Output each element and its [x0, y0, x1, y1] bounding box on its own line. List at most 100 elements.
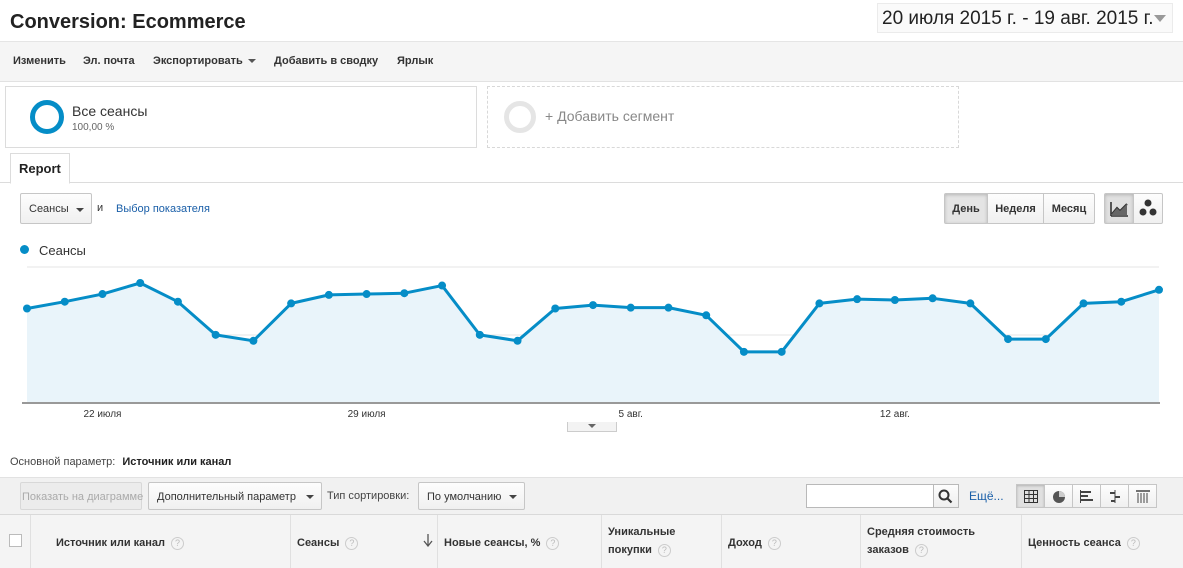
primary-dimension-label: Основной параметр:: [10, 456, 116, 468]
search-button[interactable]: [933, 484, 959, 508]
data-point: [287, 299, 296, 308]
pivot-view-button[interactable]: [1128, 484, 1157, 508]
line-chart-button[interactable]: [1104, 193, 1134, 224]
add-segment-label: + Добавить сегмент: [545, 108, 675, 124]
column-revenue[interactable]: Доход?: [722, 515, 861, 568]
data-point: [98, 290, 107, 299]
column-sessions[interactable]: Сеансы?: [291, 515, 438, 568]
segment-ring-icon: [30, 100, 64, 134]
add-segment-slot[interactable]: + Добавить сегмент: [487, 86, 959, 148]
legend-label: Сеансы: [39, 243, 86, 258]
help-icon[interactable]: ?: [1126, 536, 1140, 550]
help-icon[interactable]: ?: [914, 543, 928, 557]
help-icon[interactable]: ?: [345, 536, 359, 550]
data-point: [551, 304, 560, 313]
column-per-session-value[interactable]: Ценность сеанса?: [1022, 515, 1183, 568]
plot-rows-button[interactable]: Показать на диаграмме: [20, 482, 143, 510]
data-point: [324, 290, 333, 299]
period-week-button[interactable]: Неделя: [987, 193, 1044, 224]
chevron-down-icon: [76, 208, 84, 212]
column-unique-purchases[interactable]: Уникальные покупки?: [602, 515, 722, 568]
data-point: [1155, 285, 1163, 294]
data-point: [136, 279, 145, 287]
chevron-down-icon: [509, 495, 517, 499]
pie-view-button[interactable]: [1044, 484, 1073, 508]
data-point: [589, 301, 597, 310]
date-range-picker[interactable]: 20 июля 2015 г. - 19 авг. 2015 г.: [877, 3, 1173, 33]
tab-report[interactable]: Report: [10, 153, 70, 184]
column-avg-order-value[interactable]: Средняя стоимость заказов?: [861, 515, 1022, 568]
column-label: Ценность сеанса: [1028, 537, 1121, 549]
help-icon[interactable]: ?: [767, 536, 781, 550]
performance-view-button[interactable]: [1072, 484, 1101, 508]
table-search-input[interactable]: [806, 484, 934, 508]
period-month-button[interactable]: Месяц: [1043, 193, 1095, 224]
line-chart-icon: [1110, 202, 1128, 217]
column-source-medium[interactable]: Источник или канал?: [31, 515, 291, 568]
legend-marker-icon: [20, 245, 29, 254]
x-tick-label: 22 июля: [83, 409, 121, 420]
chevron-down-icon: [588, 424, 596, 428]
help-icon[interactable]: ?: [171, 536, 185, 550]
chevron-down-icon: [1154, 15, 1166, 22]
data-point: [739, 347, 748, 356]
report-toolbar: Изменить Эл. почта Экспортировать Добави…: [0, 42, 1183, 82]
empty-segment-ring-icon: [504, 101, 536, 133]
shortcut-button[interactable]: Ярлык: [397, 55, 433, 67]
help-icon[interactable]: ?: [546, 536, 560, 550]
advanced-filter-link[interactable]: Ещё...: [969, 489, 1004, 503]
chevron-down-icon: [306, 495, 314, 499]
segment-all-sessions[interactable]: Все сеансы 100,00 %: [5, 86, 477, 148]
table-header: Источник или канал? Сеансы? Новые сеансы…: [0, 514, 1183, 568]
select-all-checkbox[interactable]: [9, 534, 22, 547]
metric-select[interactable]: Сеансы: [20, 193, 92, 224]
comparison-icon: [1110, 490, 1120, 503]
sort-type-value: По умолчанию: [427, 491, 502, 503]
data-point: [702, 311, 711, 320]
data-point: [513, 336, 522, 345]
data-point: [249, 336, 258, 345]
data-point: [438, 281, 447, 290]
data-point: [966, 299, 975, 308]
data-point: [1004, 335, 1013, 344]
column-label: Доход: [728, 537, 762, 549]
x-tick-label: 5 авг.: [619, 409, 643, 420]
pivot-icon: [1136, 490, 1150, 503]
data-point: [211, 330, 220, 339]
chart-collapse-toggle[interactable]: [567, 422, 617, 432]
comparison-view-button[interactable]: [1100, 484, 1129, 508]
table-toolbar: Показать на диаграмме Дополнительный пар…: [0, 477, 1183, 514]
x-tick-label: 12 авг.: [880, 409, 910, 420]
sort-type-label: Тип сортировки:: [327, 490, 410, 502]
pie-chart-icon: [1053, 491, 1065, 503]
table-view-button[interactable]: [1016, 484, 1045, 508]
data-point: [362, 290, 371, 299]
motion-chart-icon: [1139, 199, 1157, 216]
data-point: [1117, 297, 1126, 306]
help-icon[interactable]: ?: [657, 543, 671, 557]
data-point: [853, 295, 862, 304]
primary-dimension-value[interactable]: Источник или канал: [122, 456, 231, 468]
data-point: [626, 303, 635, 312]
email-button[interactable]: Эл. почта: [83, 55, 135, 67]
data-point: [890, 296, 899, 304]
page-title: Conversion: Ecommerce: [10, 11, 246, 33]
data-point: [1041, 335, 1050, 344]
column-label: Источник или канал: [56, 537, 166, 549]
sessions-area: [27, 283, 1159, 402]
export-menu[interactable]: Экспортировать: [153, 55, 256, 67]
data-point: [664, 303, 673, 312]
edit-button[interactable]: Изменить: [13, 55, 66, 67]
data-point: [475, 330, 484, 339]
period-day-button[interactable]: День: [944, 193, 988, 224]
choose-metric-link[interactable]: Выбор показателя: [116, 203, 210, 215]
search-icon: [938, 489, 953, 504]
select-all-column: [0, 515, 31, 568]
motion-chart-button[interactable]: [1133, 193, 1163, 224]
sort-type-select[interactable]: По умолчанию: [418, 482, 525, 510]
data-point: [815, 299, 824, 308]
data-point: [777, 347, 786, 356]
column-new-sessions[interactable]: Новые сеансы, %?: [438, 515, 602, 568]
secondary-dimension-select[interactable]: Дополнительный параметр: [148, 482, 322, 510]
add-to-dashboard-button[interactable]: Добавить в сводку: [274, 55, 378, 67]
